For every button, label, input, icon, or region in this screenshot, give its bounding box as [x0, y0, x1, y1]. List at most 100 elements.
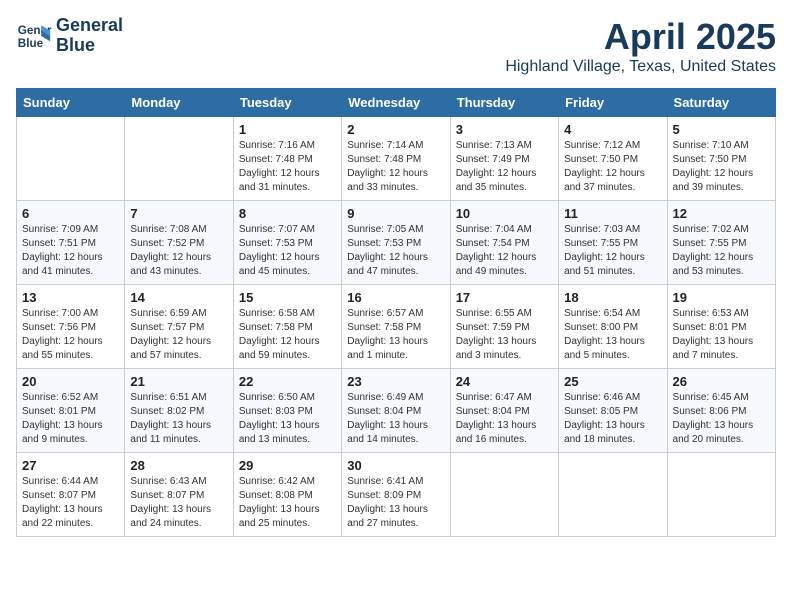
day-info: Sunrise: 6:42 AMSunset: 8:08 PMDaylight:… [239, 475, 336, 531]
day-info: Sunrise: 7:05 AMSunset: 7:53 PMDaylight:… [347, 223, 444, 279]
month-title: April 2025 [505, 16, 776, 58]
day-info: Sunrise: 6:52 AMSunset: 8:01 PMDaylight:… [22, 391, 119, 447]
calendar-cell: 28Sunrise: 6:43 AMSunset: 8:07 PMDayligh… [125, 453, 233, 537]
day-number: 28 [130, 458, 227, 473]
day-info: Sunrise: 7:04 AMSunset: 7:54 PMDaylight:… [456, 223, 553, 279]
calendar-cell [667, 453, 775, 537]
day-info: Sunrise: 7:03 AMSunset: 7:55 PMDaylight:… [564, 223, 661, 279]
day-info: Sunrise: 6:53 AMSunset: 8:01 PMDaylight:… [673, 307, 770, 363]
calendar-week-row: 20 Sunrise: 6:52 AMSunset: 8:01 PMDayligh… [17, 369, 776, 453]
day-number: 8 [239, 206, 336, 221]
day-number: 22 [239, 374, 336, 389]
calendar-cell: 10 Sunrise: 7:04 AMSunset: 7:54 PMDayligh… [450, 201, 558, 285]
calendar-cell [450, 453, 558, 537]
location-title: Highland Village, Texas, United States [505, 58, 776, 76]
day-info: Sunrise: 7:12 AMSunset: 7:50 PMDaylight:… [564, 139, 661, 195]
calendar-header-row: SundayMondayTuesdayWednesdayThursdayFrid… [17, 89, 776, 117]
day-info: Sunrise: 6:59 AMSunset: 7:57 PMDaylight:… [130, 307, 227, 363]
calendar-cell [559, 453, 667, 537]
day-number: 30 [347, 458, 444, 473]
day-info: Sunrise: 6:51 AMSunset: 8:02 PMDaylight:… [130, 391, 227, 447]
day-number: 12 [673, 206, 770, 221]
day-info: Sunrise: 6:41 AMSunset: 8:09 PMDaylight:… [347, 475, 444, 531]
day-number: 3 [456, 122, 553, 137]
logo-icon: General Blue [16, 18, 52, 54]
day-number: 23 [347, 374, 444, 389]
calendar-cell: 24Sunrise: 6:47 AMSunset: 8:04 PMDayligh… [450, 369, 558, 453]
calendar-cell: 30 Sunrise: 6:41 AMSunset: 8:09 PMDayligh… [342, 453, 450, 537]
day-info: Sunrise: 7:14 AMSunset: 7:48 PMDaylight:… [347, 139, 444, 195]
day-info: Sunrise: 6:45 AMSunset: 8:06 PMDaylight:… [673, 391, 770, 447]
day-info: Sunrise: 6:57 AMSunset: 7:58 PMDaylight:… [347, 307, 444, 363]
calendar-week-row: 6Sunrise: 7:09 AMSunset: 7:51 PMDaylight… [17, 201, 776, 285]
day-number: 15 [239, 290, 336, 305]
day-info: Sunrise: 6:58 AMSunset: 7:58 PMDaylight:… [239, 307, 336, 363]
day-number: 5 [673, 122, 770, 137]
calendar-cell: 23 Sunrise: 6:49 AMSunset: 8:04 PMDayligh… [342, 369, 450, 453]
calendar-cell: 9 Sunrise: 7:05 AMSunset: 7:53 PMDaylight… [342, 201, 450, 285]
day-info: Sunrise: 7:02 AMSunset: 7:55 PMDaylight:… [673, 223, 770, 279]
calendar-cell: 1 Sunrise: 7:16 AMSunset: 7:48 PMDaylight… [233, 117, 341, 201]
day-info: Sunrise: 7:00 AMSunset: 7:56 PMDaylight:… [22, 307, 119, 363]
calendar-week-row: 27 Sunrise: 6:44 AMSunset: 8:07 PMDayligh… [17, 453, 776, 537]
day-number: 21 [130, 374, 227, 389]
calendar-cell: 2 Sunrise: 7:14 AMSunset: 7:48 PMDaylight… [342, 117, 450, 201]
calendar-cell: 22Sunrise: 6:50 AMSunset: 8:03 PMDayligh… [233, 369, 341, 453]
calendar-cell [125, 117, 233, 201]
day-number: 14 [130, 290, 227, 305]
page-header: General Blue General Blue April 2025 Hig… [16, 16, 776, 76]
day-info: Sunrise: 6:49 AMSunset: 8:04 PMDaylight:… [347, 391, 444, 447]
calendar-cell: 25 Sunrise: 6:46 AMSunset: 8:05 PMDayligh… [559, 369, 667, 453]
day-number: 2 [347, 122, 444, 137]
calendar-day-header: Saturday [667, 89, 775, 117]
calendar-cell: 12 Sunrise: 7:02 AMSunset: 7:55 PMDayligh… [667, 201, 775, 285]
calendar-cell: 3 Sunrise: 7:13 AMSunset: 7:49 PMDaylight… [450, 117, 558, 201]
calendar-cell: 20 Sunrise: 6:52 AMSunset: 8:01 PMDayligh… [17, 369, 125, 453]
calendar-cell: 11 Sunrise: 7:03 AMSunset: 7:55 PMDayligh… [559, 201, 667, 285]
day-number: 20 [22, 374, 119, 389]
calendar-day-header: Sunday [17, 89, 125, 117]
calendar-table: SundayMondayTuesdayWednesdayThursdayFrid… [16, 88, 776, 537]
calendar-day-header: Wednesday [342, 89, 450, 117]
day-number: 1 [239, 122, 336, 137]
calendar-week-row: 1 Sunrise: 7:16 AMSunset: 7:48 PMDaylight… [17, 117, 776, 201]
calendar-cell: 17 Sunrise: 6:55 AMSunset: 7:59 PMDayligh… [450, 285, 558, 369]
calendar-day-header: Thursday [450, 89, 558, 117]
calendar-cell: 18Sunrise: 6:54 AMSunset: 8:00 PMDayligh… [559, 285, 667, 369]
calendar-day-header: Tuesday [233, 89, 341, 117]
day-info: Sunrise: 7:08 AMSunset: 7:52 PMDaylight:… [130, 223, 227, 279]
svg-text:Blue: Blue [18, 37, 44, 50]
calendar-cell: 15 Sunrise: 6:58 AMSunset: 7:58 PMDayligh… [233, 285, 341, 369]
day-number: 26 [673, 374, 770, 389]
calendar-day-header: Friday [559, 89, 667, 117]
day-number: 13 [22, 290, 119, 305]
day-info: Sunrise: 7:16 AMSunset: 7:48 PMDaylight:… [239, 139, 336, 195]
day-info: Sunrise: 6:44 AMSunset: 8:07 PMDaylight:… [22, 475, 119, 531]
calendar-cell: 19 Sunrise: 6:53 AMSunset: 8:01 PMDayligh… [667, 285, 775, 369]
day-info: Sunrise: 7:10 AMSunset: 7:50 PMDaylight:… [673, 139, 770, 195]
calendar-cell: 27 Sunrise: 6:44 AMSunset: 8:07 PMDayligh… [17, 453, 125, 537]
day-number: 27 [22, 458, 119, 473]
day-info: Sunrise: 7:09 AMSunset: 7:51 PMDaylight:… [22, 223, 119, 279]
day-info: Sunrise: 6:55 AMSunset: 7:59 PMDaylight:… [456, 307, 553, 363]
day-number: 9 [347, 206, 444, 221]
day-number: 29 [239, 458, 336, 473]
day-number: 10 [456, 206, 553, 221]
day-info: Sunrise: 7:07 AMSunset: 7:53 PMDaylight:… [239, 223, 336, 279]
day-number: 16 [347, 290, 444, 305]
day-info: Sunrise: 6:54 AMSunset: 8:00 PMDaylight:… [564, 307, 661, 363]
day-number: 11 [564, 206, 661, 221]
calendar-cell: 13 Sunrise: 7:00 AMSunset: 7:56 PMDayligh… [17, 285, 125, 369]
calendar-cell: 8 Sunrise: 7:07 AMSunset: 7:53 PMDaylight… [233, 201, 341, 285]
calendar-cell: 16 Sunrise: 6:57 AMSunset: 7:58 PMDayligh… [342, 285, 450, 369]
day-info: Sunrise: 6:46 AMSunset: 8:05 PMDaylight:… [564, 391, 661, 447]
calendar-cell: 6Sunrise: 7:09 AMSunset: 7:51 PMDaylight… [17, 201, 125, 285]
day-number: 17 [456, 290, 553, 305]
day-number: 25 [564, 374, 661, 389]
calendar-cell: 14 Sunrise: 6:59 AMSunset: 7:57 PMDayligh… [125, 285, 233, 369]
day-info: Sunrise: 7:13 AMSunset: 7:49 PMDaylight:… [456, 139, 553, 195]
day-number: 24 [456, 374, 553, 389]
title-block: April 2025 Highland Village, Texas, Unit… [505, 16, 776, 76]
day-number: 19 [673, 290, 770, 305]
calendar-week-row: 13 Sunrise: 7:00 AMSunset: 7:56 PMDayligh… [17, 285, 776, 369]
